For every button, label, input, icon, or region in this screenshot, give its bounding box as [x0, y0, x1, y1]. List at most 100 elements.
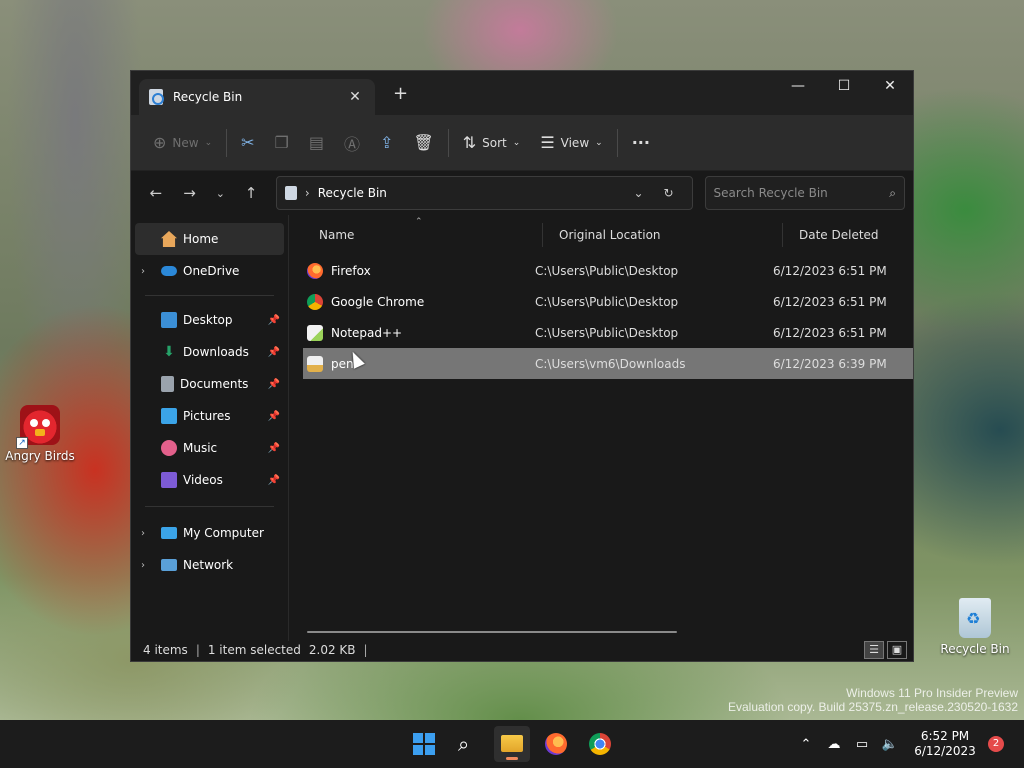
tiles-view-icon[interactable]: ▣ — [887, 641, 907, 659]
clock-time: 6:52 PM — [920, 729, 970, 743]
toolbar-divider — [616, 128, 618, 157]
desktop-icon-angry-birds[interactable]: ↗ Angry Birds — [0, 405, 80, 463]
pin-icon[interactable]: 📌 — [268, 475, 280, 486]
chevron-right-icon[interactable]: › — [141, 528, 161, 539]
search-icon: ⌕ — [458, 732, 470, 756]
refresh-icon[interactable]: ↻ — [654, 186, 684, 200]
download-icon: ⬇ — [163, 344, 175, 360]
notepadpp-icon — [307, 324, 323, 341]
taskbar-chrome[interactable] — [582, 726, 618, 762]
desktop-icon-recycle-bin[interactable]: Recycle Bin — [935, 598, 1015, 656]
file-name: Firefox — [331, 263, 371, 278]
watermark-line1: Windows 11 Pro Insider Preview — [846, 686, 1018, 700]
address-dropdown-icon[interactable]: ⌄ — [624, 186, 654, 200]
search-box[interactable]: ⌕ — [704, 176, 905, 210]
sidebar-item-videos[interactable]: Videos 📌 — [131, 464, 288, 496]
address-bar[interactable]: › Recycle Bin ⌄ ↻ — [275, 176, 693, 210]
sidebar-item-music[interactable]: Music 📌 — [131, 432, 288, 464]
title-bar: Recycle Bin ✕ + — ☐ ✕ — [131, 71, 913, 115]
close-button[interactable]: ✕ — [867, 71, 913, 101]
sidebar-item-downloads[interactable]: ⬇ Downloads 📌 — [131, 336, 288, 368]
arrow-right-icon: → — [183, 184, 196, 202]
share-button[interactable]: ⇪ — [370, 125, 403, 161]
sidebar-item-documents[interactable]: Documents 📌 — [131, 368, 288, 400]
horizontal-scrollbar[interactable] — [307, 631, 677, 633]
pin-icon[interactable]: 📌 — [268, 411, 280, 422]
copy-button[interactable]: ❐ — [265, 125, 299, 161]
sidebar-item-desktop[interactable]: Desktop 📌 — [131, 304, 288, 336]
clock[interactable]: 6:52 PM 6/12/2023 — [910, 729, 980, 759]
arrow-up-icon: ↑ — [244, 184, 258, 202]
file-row-google-chrome[interactable]: Google Chrome C:\Users\Public\Desktop 6/… — [303, 286, 913, 317]
sidebar-item-network[interactable]: › Network — [131, 549, 288, 581]
notification-badge[interactable]: 2 — [988, 736, 1004, 752]
maximize-button[interactable]: ☐ — [821, 71, 867, 101]
music-icon — [161, 440, 177, 456]
more-icon: ··· — [631, 133, 650, 152]
sidebar-item-home[interactable]: Home — [135, 223, 284, 255]
pin-icon[interactable]: 📌 — [268, 379, 280, 390]
rename-button[interactable]: Ⓐ — [334, 125, 370, 161]
search-icon[interactable]: ⌕ — [889, 186, 896, 201]
up-button[interactable]: ↑ — [234, 184, 268, 202]
file-location: C:\Users\Public\Desktop — [535, 325, 679, 340]
sidebar-item-onedrive[interactable]: › OneDrive — [131, 255, 288, 287]
search-button[interactable]: ⌕ — [450, 726, 486, 762]
chevron-down-icon: ⌄ — [215, 186, 225, 200]
file-row-firefox[interactable]: Firefox C:\Users\Public\Desktop 6/12/202… — [303, 255, 913, 286]
chevron-up-icon[interactable]: ⌃ — [792, 737, 820, 752]
back-button[interactable]: ← — [139, 184, 173, 202]
forward-button[interactable]: → — [173, 184, 207, 202]
chevron-right-icon[interactable]: › — [141, 560, 161, 571]
file-row-peni[interactable]: peni C:\Users\vm6\Downloads 6/12/2023 6:… — [303, 348, 913, 379]
view-button[interactable]: ☰ View ⌄ — [530, 125, 612, 161]
column-header-date[interactable]: Date Deleted — [783, 223, 913, 247]
taskbar-file-explorer[interactable] — [494, 726, 530, 762]
cut-button[interactable]: ✂ — [231, 125, 264, 161]
paste-button[interactable]: ▤ — [299, 125, 334, 161]
file-icon — [307, 355, 323, 372]
onedrive-offline-icon[interactable]: ☁ — [820, 737, 848, 752]
tab-recycle-bin[interactable]: Recycle Bin ✕ — [139, 79, 375, 115]
taskbar-firefox[interactable] — [538, 726, 574, 762]
share-icon: ⇪ — [380, 133, 394, 152]
pin-icon[interactable]: 📌 — [268, 347, 280, 358]
sort-button[interactable]: ⇅ Sort ⌄ — [453, 125, 531, 161]
recent-locations-button[interactable]: ⌄ — [206, 187, 234, 200]
search-input[interactable] — [713, 186, 890, 200]
volume-icon[interactable]: 🔈 — [876, 737, 904, 752]
pin-icon[interactable]: 📌 — [268, 315, 280, 326]
chevron-right-icon: › — [304, 186, 310, 200]
breadcrumb-recycle-bin[interactable]: Recycle Bin — [318, 186, 624, 200]
new-button[interactable]: ⊕ New ⌄ — [143, 125, 222, 161]
picture-icon — [161, 408, 177, 424]
start-button[interactable] — [406, 726, 442, 762]
sidebar-item-label: OneDrive — [183, 264, 240, 278]
recycle-bin-icon — [149, 89, 164, 105]
network-icon[interactable]: ▭ — [848, 737, 876, 752]
file-row-notepadpp[interactable]: Notepad++ C:\Users\Public\Desktop 6/12/2… — [303, 317, 913, 348]
computer-icon — [161, 527, 177, 539]
minimize-button[interactable]: — — [775, 71, 821, 101]
windows-logo-icon — [413, 733, 435, 755]
details-view-icon[interactable]: ☰ — [864, 641, 884, 659]
sidebar-item-my-computer[interactable]: › My Computer — [131, 517, 288, 549]
column-header-location[interactable]: Original Location — [543, 223, 783, 247]
scissors-icon: ✂ — [241, 133, 255, 152]
column-header-name[interactable]: Name — [303, 223, 543, 247]
sidebar-item-pictures[interactable]: Pictures 📌 — [131, 400, 288, 432]
chevron-right-icon[interactable]: › — [141, 266, 161, 277]
network-icon — [161, 559, 177, 571]
more-options-button[interactable]: ··· — [622, 125, 660, 161]
home-icon — [161, 231, 177, 247]
clipboard-icon: ▤ — [308, 133, 325, 152]
selection-count: 1 item selected — [207, 643, 301, 657]
file-name: Notepad++ — [331, 325, 403, 340]
sort-ascending-icon: ⌃ — [415, 217, 423, 227]
tab-close-icon[interactable]: ✕ — [345, 89, 365, 105]
folder-icon — [501, 735, 523, 752]
new-tab-button[interactable]: + — [393, 83, 408, 104]
pin-icon[interactable]: 📌 — [268, 443, 280, 454]
delete-button[interactable]: 🗑 — [403, 125, 443, 161]
sidebar-item-label: Pictures — [183, 409, 231, 423]
